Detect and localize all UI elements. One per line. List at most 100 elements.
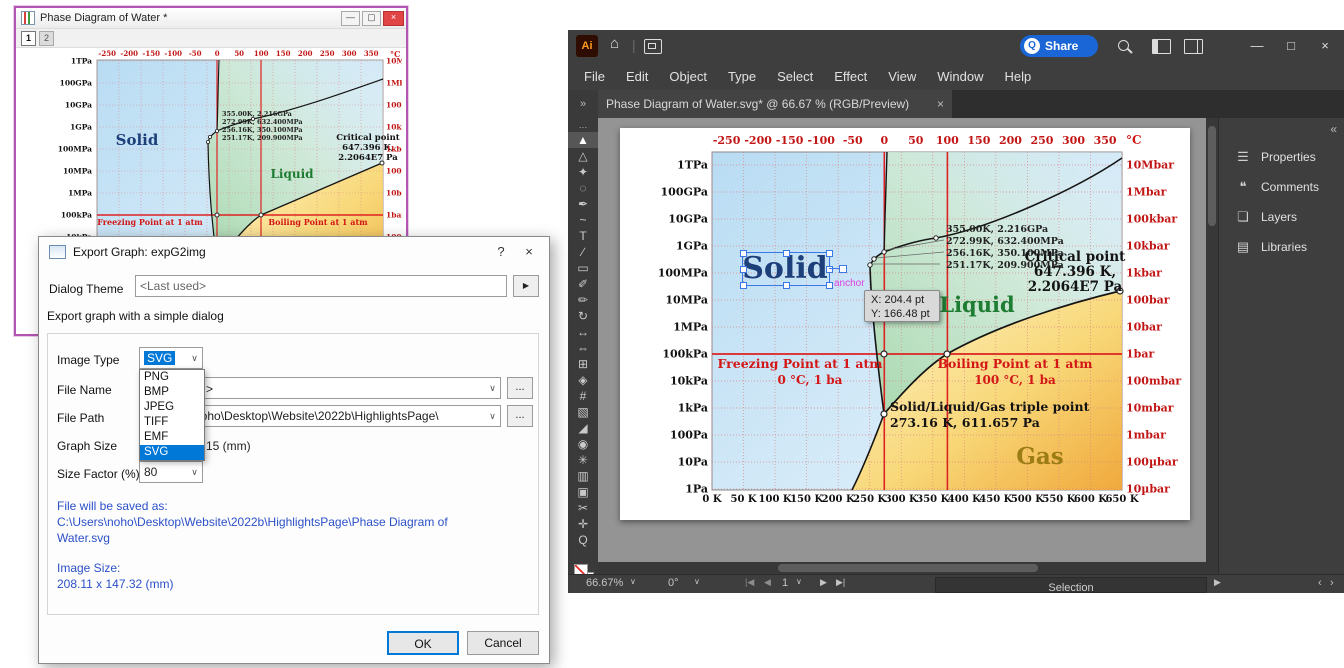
first-artboard-icon[interactable]: |◀	[745, 577, 754, 588]
blend-tool[interactable]: ◉	[568, 436, 598, 452]
canvas[interactable]: °C Solid Liquid Gas Critical point 647.3…	[598, 118, 1206, 562]
width-tool[interactable]: ⇔	[568, 340, 598, 356]
menu-file[interactable]: File	[584, 69, 605, 84]
file-name-browse-button[interactable]: ...	[507, 377, 533, 399]
free-transform-tool[interactable]: ⊞	[568, 356, 598, 372]
size-factor-combo[interactable]: 80 ∨	[139, 461, 203, 483]
tab-close-icon[interactable]: ×	[937, 97, 944, 111]
vertical-scrollbar[interactable]	[1206, 118, 1218, 574]
dialog-theme-combo[interactable]: <Last used>	[135, 275, 507, 297]
artboard-number[interactable]: 1	[782, 577, 788, 589]
magic-wand-tool[interactable]: ✦	[568, 164, 598, 180]
page-tab-1[interactable]: 1	[21, 31, 36, 46]
column-graph-tool[interactable]: ▥	[568, 468, 598, 484]
gradient-tool[interactable]: ▧	[568, 404, 598, 420]
menu-select[interactable]: Select	[777, 69, 813, 84]
scroll-right-icon[interactable]: ›	[1330, 577, 1334, 589]
rotation-dropdown-icon[interactable]: ∨	[694, 577, 700, 586]
help-button[interactable]: ?	[487, 241, 515, 263]
menu-effect[interactable]: Effect	[834, 69, 867, 84]
lasso-tool[interactable]: ◌	[568, 180, 598, 196]
illustrator-titlebar[interactable]: Ai ⌂ | Q Share — □ ×	[568, 30, 1344, 62]
hand-tool[interactable]: ✛	[568, 516, 598, 532]
close-button[interactable]: ×	[1308, 30, 1342, 62]
menu-window[interactable]: Window	[937, 69, 983, 84]
selection-tool[interactable]: ▲	[568, 132, 598, 148]
panel-libraries[interactable]: ▤ Libraries	[1219, 232, 1344, 262]
page-tab-2[interactable]: 2	[39, 31, 54, 46]
status-options-icon[interactable]: ▶	[1214, 577, 1221, 588]
zoom-dropdown-icon[interactable]: ∨	[630, 577, 636, 586]
selection-handle[interactable]	[783, 250, 790, 257]
type-tool[interactable]: T	[568, 228, 598, 244]
home-icon[interactable]: ⌂	[610, 35, 619, 52]
prev-artboard-icon[interactable]: ◀	[764, 577, 771, 588]
slice-tool[interactable]: ✂	[568, 500, 598, 516]
dialog-close-button[interactable]: ×	[515, 241, 543, 263]
minimize-button[interactable]: —	[1240, 30, 1274, 62]
option-svg[interactable]: SVG	[140, 445, 204, 460]
eyedropper-tool[interactable]: ◢	[568, 420, 598, 436]
rotate-tool[interactable]: ↻	[568, 308, 598, 324]
shape-builder-tool[interactable]: ◈	[568, 372, 598, 388]
scale-tool[interactable]: ↔	[568, 324, 598, 340]
close-button[interactable]: ×	[383, 11, 404, 26]
menu-type[interactable]: Type	[728, 69, 756, 84]
text-outport-handle[interactable]	[839, 265, 847, 273]
scroll-left-icon[interactable]: ‹	[1318, 577, 1322, 589]
mesh-tool[interactable]: #	[568, 388, 598, 404]
rotation-value[interactable]: 0°	[668, 577, 679, 589]
artboard[interactable]: °C Solid Liquid Gas Critical point 647.3…	[620, 128, 1190, 520]
panel-layers[interactable]: ❏ Layers	[1219, 202, 1344, 232]
maximize-button[interactable]: ▢	[362, 11, 381, 26]
option-tiff[interactable]: TIFF	[140, 415, 204, 430]
pen-tool[interactable]: ✒	[568, 196, 598, 212]
line-segment-tool[interactable]: ∕	[568, 244, 598, 260]
panel-comments[interactable]: ❝ Comments	[1219, 172, 1344, 202]
curvature-tool[interactable]: ~	[568, 212, 598, 228]
origin-titlebar[interactable]: Phase Diagram of Water * — ▢ ×	[16, 8, 406, 29]
artboard-tool[interactable]: ▣	[568, 484, 598, 500]
selection-handle[interactable]	[826, 250, 833, 257]
selection-handle[interactable]	[740, 250, 747, 257]
paintbrush-tool[interactable]: ✐	[568, 276, 598, 292]
artboard-dropdown-icon[interactable]: ∨	[796, 577, 802, 586]
document-tab[interactable]: Phase Diagram of Water.svg* @ 66.67 % (R…	[598, 90, 952, 118]
option-bmp[interactable]: BMP	[140, 385, 204, 400]
menu-help[interactable]: Help	[1004, 69, 1031, 84]
maximize-button[interactable]: □	[1274, 30, 1308, 62]
symbol-sprayer-tool[interactable]: ✳	[568, 452, 598, 468]
search-icon[interactable]	[1118, 40, 1129, 51]
minimize-button[interactable]: —	[341, 11, 360, 26]
file-path-browse-button[interactable]: ...	[507, 405, 533, 427]
toolbar-collapse-icon[interactable]: »	[568, 90, 598, 118]
selection-handle[interactable]	[826, 282, 833, 289]
share-button[interactable]: Q Share	[1020, 35, 1098, 57]
ok-button[interactable]: OK	[387, 631, 459, 655]
image-type-combo[interactable]: SVG ∨	[139, 347, 203, 369]
panel-properties[interactable]: ☰ Properties	[1219, 142, 1344, 172]
selection-handle[interactable]	[740, 282, 747, 289]
cancel-button[interactable]: Cancel	[467, 631, 539, 655]
option-emf[interactable]: EMF	[140, 430, 204, 445]
option-png[interactable]: PNG	[140, 370, 204, 385]
zoom-tool[interactable]: Q	[568, 532, 598, 548]
horizontal-scrollbar-thumb[interactable]	[778, 564, 1038, 572]
horizontal-scrollbar[interactable]	[598, 562, 1206, 574]
pencil-tool[interactable]: ✏	[568, 292, 598, 308]
selection-handle[interactable]	[740, 266, 747, 273]
arrange-documents-icon[interactable]	[644, 39, 662, 54]
text-object-selection[interactable]	[742, 252, 830, 286]
last-artboard-icon[interactable]: ▶|	[836, 577, 845, 588]
rectangle-tool[interactable]: ▭	[568, 260, 598, 276]
menu-edit[interactable]: Edit	[626, 69, 648, 84]
direct-selection-tool[interactable]: △	[568, 148, 598, 164]
layout-grid-icon[interactable]	[1152, 39, 1171, 54]
theme-flyout-button[interactable]: ▶	[513, 275, 539, 297]
next-artboard-icon[interactable]: ▶	[820, 577, 827, 588]
tools-header[interactable]: …	[568, 118, 598, 132]
menu-object[interactable]: Object	[669, 69, 707, 84]
panel-layout-icon[interactable]	[1184, 39, 1203, 54]
selection-handle[interactable]	[783, 282, 790, 289]
option-jpeg[interactable]: JPEG	[140, 400, 204, 415]
